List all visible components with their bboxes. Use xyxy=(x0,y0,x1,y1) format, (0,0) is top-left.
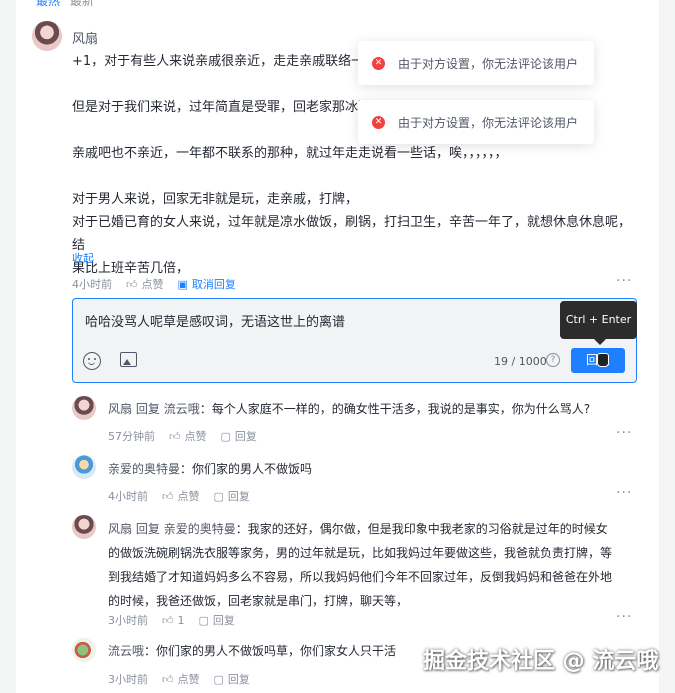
reply-input[interactable]: 哈哈没骂人呢草是感叹词，无语这世上的离谱 xyxy=(85,311,345,330)
reply-body: ：每个人家庭不一样的，的确女性干活多，我说的是事实，你为什么骂人? xyxy=(199,402,591,416)
thumb-up-icon: 👍︎ xyxy=(162,672,174,686)
like-label: 点赞 xyxy=(177,490,200,503)
watermark: 掘金技术社区 @ 流云哦 xyxy=(423,649,659,674)
comment-bubble-icon: ▢ xyxy=(213,489,224,503)
cancel-reply-label: 取消回复 xyxy=(191,278,236,291)
thumb-up-icon: 👍︎ xyxy=(162,613,174,627)
reply-username[interactable]: 风扇 xyxy=(108,402,132,416)
reply-body: ：你们家的男人不做饭吗草，你们家女人只干活 xyxy=(144,644,397,658)
like-button[interactable]: 👍︎ 点赞 xyxy=(162,488,200,504)
reply-username[interactable]: 风扇 xyxy=(108,522,132,536)
error-toast: ✕ 由于对方设置，你无法评论该用户 xyxy=(358,100,595,144)
reply-button[interactable]: ▢ 回复 xyxy=(214,488,250,504)
reply-word: 回复 xyxy=(135,402,160,416)
comment-bubble-icon: ▢ xyxy=(220,429,231,443)
comment-line: 对于已婚已育的女人来说，过年就是凉水做饭，刷锅，打扫卫生，辛苦一年了，就想休息休… xyxy=(72,215,632,253)
like-button[interactable]: 👍︎ 点赞 xyxy=(162,671,200,687)
thumb-up-icon: 👍︎ xyxy=(126,277,138,291)
reply-target[interactable]: 流云哦 xyxy=(164,402,200,416)
more-options-icon[interactable]: ··· xyxy=(616,273,632,289)
reply-label: 回复 xyxy=(227,673,250,686)
reply-username[interactable]: 流云哦 xyxy=(108,644,144,658)
toast-message: 由于对方设置，你无法评论该用户 xyxy=(398,56,579,71)
comment-time: 4小时前 xyxy=(72,278,112,291)
reply-actions: 3小时前 👍︎ 1 ▢ 回复 xyxy=(108,612,249,628)
tab-latest[interactable]: 最新 xyxy=(70,0,94,8)
more-options-icon[interactable]: ··· xyxy=(616,425,632,441)
reply-time: 3小时前 xyxy=(108,614,148,627)
error-icon: ✕ xyxy=(372,56,385,70)
reply-line: 到我结婚了才知道妈妈多么不容易，所以我妈妈他们今年不回家过年，反倒我妈妈和爸爸在… xyxy=(108,570,613,584)
like-label: 点赞 xyxy=(177,673,200,686)
reply-line: 风扇 回复 亲爱的奥特曼：我家的还好，偶尔做，但是我印象中我老家的习俗就是过年的… xyxy=(108,517,638,541)
reply-button[interactable]: ▢ 回复 xyxy=(221,428,257,444)
more-options-icon[interactable]: ··· xyxy=(616,609,632,625)
char-counter: 19 / 1000 xyxy=(494,355,547,368)
like-count: 1 xyxy=(177,613,185,627)
like-button[interactable]: 👍︎ 点赞 xyxy=(169,428,207,444)
comment-line: 对于男人来说，回家无非就是玩，走亲戚，打牌， xyxy=(72,192,359,207)
reply-label: 回复 xyxy=(227,490,250,503)
reply-text: 亲爱的奥特曼：你们家的男人不做饭吗 xyxy=(108,458,638,481)
reply-time: 4小时前 xyxy=(108,490,148,503)
reply-actions: 4小时前 👍︎ 点赞 ▢ 回复 xyxy=(108,488,264,504)
reply-box: 哈哈没骂人呢草是感叹词，无语这世上的离谱 19 / 1000 ? 回复 xyxy=(72,298,637,383)
reply-button[interactable]: ▢ 回复 xyxy=(214,671,250,687)
reply-button[interactable]: ▢ 回复 xyxy=(199,612,235,628)
tab-hot[interactable]: 最热 xyxy=(36,0,60,8)
toast-message: 由于对方设置，你无法评论该用户 xyxy=(398,115,579,130)
error-icon: ✕ xyxy=(372,115,385,129)
reply-actions: 57分钟前 👍︎ 点赞 ▢ 回复 xyxy=(108,428,271,444)
reply-body: ：你们家的男人不做饭吗 xyxy=(180,462,313,476)
cancel-reply-button[interactable]: ▣ 取消回复 xyxy=(178,276,236,292)
submit-reply-button[interactable]: 回复 xyxy=(571,348,625,373)
reply-text: 风扇 回复 流云哦：每个人家庭不一样的，的确女性干活多，我说的是事实，你为什么骂… xyxy=(108,398,638,421)
reply-label: 回复 xyxy=(234,430,257,443)
emoji-icon[interactable] xyxy=(83,352,101,370)
reply-text: 风扇 回复 亲爱的奥特曼：我家的还好，偶尔做，但是我印象中我老家的习俗就是过年的… xyxy=(108,517,638,613)
reply-time: 3小时前 xyxy=(108,673,148,686)
thumb-up-icon: 👍︎ xyxy=(162,489,174,503)
reply-time: 57分钟前 xyxy=(108,430,155,443)
like-button[interactable]: 👍︎ 1 xyxy=(162,614,185,627)
comment-line xyxy=(72,165,637,188)
avatar[interactable] xyxy=(72,638,96,662)
reply-label: 回复 xyxy=(212,614,235,627)
help-icon[interactable]: ? xyxy=(546,353,560,367)
hand-cursor-icon xyxy=(597,353,609,367)
avatar[interactable] xyxy=(72,515,96,539)
like-label: 点赞 xyxy=(184,430,207,443)
reply-body: ：我家的还好，偶尔做，但是我印象中我老家的习俗就是过年的时候女 xyxy=(235,522,608,536)
like-label: 点赞 xyxy=(141,278,164,291)
reply-line: 的时候，我爸还做饭，回老家就是串门，打牌，聊天等， xyxy=(108,594,409,608)
reply-username[interactable]: 亲爱的奥特曼 xyxy=(108,462,180,476)
avatar[interactable] xyxy=(72,455,96,479)
comment-bubble-icon: ▢ xyxy=(198,613,209,627)
avatar[interactable] xyxy=(72,396,96,420)
comment-username[interactable]: 风扇 xyxy=(72,28,98,47)
comment-actions: 4小时前 👍︎ 点赞 ▣ 取消回复 xyxy=(72,276,250,292)
comment-bubble-icon: ▣ xyxy=(177,277,188,291)
reply-word: 回复 xyxy=(135,522,160,536)
like-button[interactable]: 👍︎ 点赞 xyxy=(126,276,164,292)
reply-line: 的做饭洗碗刷锅洗衣服等家务，男的过年就是玩，比如我妈过年要做这些，我爸就负责打牌… xyxy=(108,546,613,560)
collapse-link[interactable]: 收起 xyxy=(72,247,94,270)
image-upload-icon[interactable] xyxy=(120,352,137,367)
avatar[interactable] xyxy=(32,21,62,51)
reply-target[interactable]: 亲爱的奥特曼 xyxy=(164,522,236,536)
sort-tabs: 最热 最新 xyxy=(36,0,100,9)
comment-line: 亲戚吧也不亲近，一年都不联系的那种，就过年走走说看一些话，唉，，，，，， xyxy=(72,146,508,161)
thumb-up-icon: 👍︎ xyxy=(169,429,181,443)
reply-actions: 3小时前 👍︎ 点赞 ▢ 回复 xyxy=(108,671,264,687)
shortcut-tooltip: Ctrl + Enter xyxy=(560,301,637,345)
more-options-icon[interactable]: ··· xyxy=(616,485,632,501)
error-toast: ✕ 由于对方设置，你无法评论该用户 xyxy=(358,41,595,85)
comment-bubble-icon: ▢ xyxy=(213,672,224,686)
